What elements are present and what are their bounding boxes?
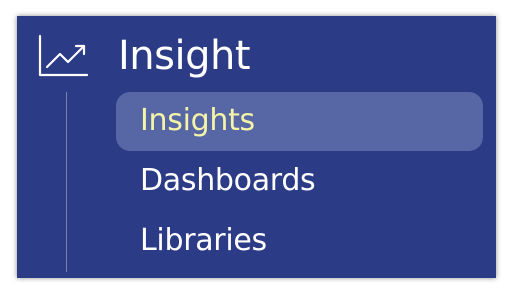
nav-item-label: Dashboards (140, 163, 316, 198)
trending-chart-icon (37, 34, 89, 78)
nav-item-insights[interactable]: Insights (116, 92, 483, 151)
nav-item-label: Libraries (140, 223, 267, 258)
nav-item-label: Insights (140, 103, 255, 138)
section-title: Insight (118, 33, 251, 79)
nav-item-libraries[interactable]: Libraries (116, 212, 483, 271)
tree-connector-line (66, 92, 67, 272)
nav-item-dashboards[interactable]: Dashboards (116, 152, 483, 211)
section-header-insight[interactable]: Insight (17, 16, 496, 96)
insight-nav-panel: Insight Insights Dashboards Libraries (17, 16, 496, 278)
